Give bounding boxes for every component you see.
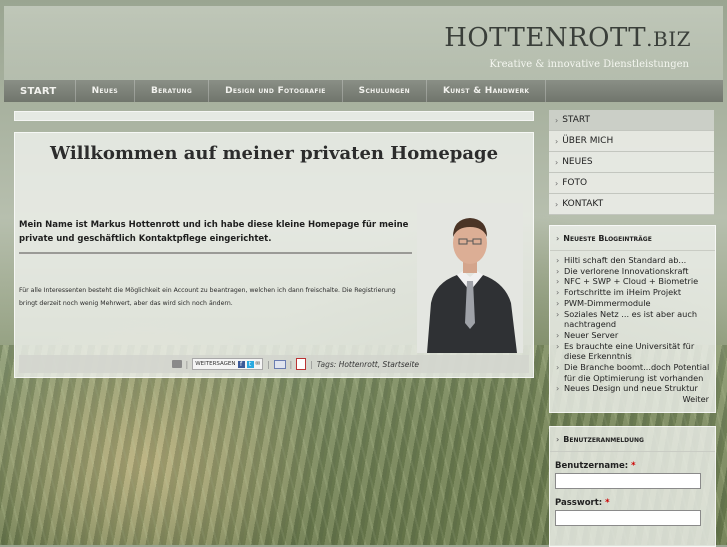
site-header: HOTTENROTT.BIZ Kreative & innovative Die… — [4, 6, 723, 80]
required-mark: * — [631, 461, 636, 471]
blog-entry[interactable]: Hilti schaft den Standard ab... — [556, 255, 711, 266]
blog-entry[interactable]: NFC + SWP + Cloud + Biometrie — [556, 276, 711, 287]
breadcrumb-bar — [14, 111, 534, 121]
tag-link[interactable]: Startseite — [383, 360, 419, 369]
blog-entry[interactable]: Neuer Server — [556, 330, 711, 341]
tags-label: Tags: — [316, 359, 337, 369]
password-field[interactable] — [555, 510, 701, 526]
email-icon[interactable] — [273, 359, 286, 369]
login-box-title-text: Benutzeranmeldung — [563, 435, 644, 444]
sidebar-item-label: KONTAKT — [562, 199, 604, 209]
share-label: WEITERSAGEN — [195, 361, 236, 367]
chevron-right-icon: › — [555, 178, 559, 188]
chevron-right-icon: › — [555, 199, 559, 209]
article-toolbar: | WEITERSAGEN f t ✉ | | | Tags: Hottenro… — [19, 355, 529, 373]
sidebar-item-label: START — [562, 115, 590, 125]
blog-box: ›Neueste Blogeinträge Hilti schaft den S… — [549, 225, 716, 413]
chevron-right-icon: › — [556, 435, 560, 444]
chevron-right-icon: › — [556, 234, 560, 243]
sidebar-item-kontakt[interactable]: › KONTAKT — [549, 194, 714, 215]
sidebar-item-start[interactable]: › START — [549, 110, 714, 131]
print-icon[interactable] — [171, 360, 182, 368]
sidebar-item-foto[interactable]: › FOTO — [549, 173, 714, 194]
site-logo[interactable]: HOTTENROTT.BIZ — [444, 23, 691, 53]
blog-list: Hilti schaft den Standard ab... Die verl… — [550, 255, 715, 394]
separator: | — [310, 359, 313, 369]
sidebar-menu: › START › ÜBER MICH › NEUES › FOTO › KONTAKT — [549, 110, 714, 215]
page-title: Willkommen auf meiner privaten Homepage — [49, 143, 499, 164]
twitter-icon: t — [246, 360, 254, 368]
username-field[interactable] — [555, 473, 701, 489]
required-mark: * — [605, 498, 610, 508]
blog-more-link[interactable]: Weiter — [550, 394, 715, 404]
password-label-text: Passwort: — [555, 498, 603, 508]
nav-item-schulungen[interactable]: Schulungen — [343, 80, 427, 102]
chevron-right-icon: › — [555, 157, 559, 167]
blog-entry[interactable]: Fortschritte im iHeim Projekt — [556, 287, 711, 298]
blog-entry[interactable]: Neues Design und neue Struktur — [556, 383, 711, 394]
blog-entry[interactable]: Soziales Netz ... es ist aber auch nacht… — [556, 309, 711, 330]
tag-link[interactable]: Hottenrott — [339, 360, 378, 369]
nav-item-start[interactable]: START — [4, 80, 76, 102]
main-article: Willkommen auf meiner privaten Homepage … — [14, 132, 534, 378]
logo-ext: .BIZ — [646, 27, 691, 51]
sidebar-item-label: ÜBER MICH — [562, 136, 614, 146]
blog-entry[interactable]: Es brauchte eine Universität für diese E… — [556, 341, 711, 362]
nav-item-beratung[interactable]: Beratung — [135, 80, 210, 102]
divider — [19, 252, 412, 255]
chevron-right-icon: › — [555, 115, 559, 125]
blog-entry[interactable]: Die Branche boomt...doch Potential für d… — [556, 362, 711, 383]
separator: | — [289, 359, 293, 369]
nav-item-neues[interactable]: Neues — [76, 80, 135, 102]
logo-main: HOTTENROTT — [444, 23, 647, 53]
chevron-right-icon: › — [555, 136, 559, 146]
mail-share-icon: ✉ — [255, 361, 261, 367]
password-label: Passwort: * — [555, 498, 715, 508]
blog-entry[interactable]: PWM-Dimmermodule — [556, 298, 711, 309]
sidebar-item-neues[interactable]: › NEUES — [549, 152, 714, 173]
username-label: Benutzername: * — [555, 461, 715, 471]
login-box: › Benutzeranmeldung Benutzername: * Passw… — [549, 426, 716, 547]
tags: Tags: Hottenrott, Startseite — [316, 359, 419, 369]
sidebar-item-ueber-mich[interactable]: › ÜBER MICH — [549, 131, 714, 152]
sidebar-item-label: FOTO — [562, 178, 588, 188]
separator: | — [267, 359, 270, 369]
blog-box-title-text: Neueste Blogeinträge — [563, 234, 652, 243]
facebook-icon: f — [237, 360, 245, 368]
sidebar-item-label: NEUES — [562, 157, 593, 167]
separator: | — [185, 359, 189, 369]
nav-item-kunst[interactable]: Kunst & Handwerk — [427, 80, 547, 102]
site-tagline: Kreative & innovative Dienstleistungen — [489, 59, 689, 70]
body-text: Für alle Interessenten besteht die Mögli… — [19, 287, 396, 307]
pdf-icon[interactable] — [296, 358, 307, 370]
login-box-title: › Benutzeranmeldung — [550, 427, 715, 452]
portrait-photo — [417, 203, 523, 353]
main-nav: START Neues Beratung Design und Fotograf… — [4, 80, 723, 102]
nav-item-design[interactable]: Design und Fotografie — [209, 80, 343, 102]
share-button[interactable]: WEITERSAGEN f t ✉ — [192, 358, 264, 370]
username-label-text: Benutzername: — [555, 461, 629, 471]
blog-entry[interactable]: Die verlorene Innovationskraft — [556, 266, 711, 277]
intro-text: Mein Name ist Markus Hottenrott und ich … — [19, 220, 409, 244]
blog-box-title: › Neueste Blogeinträge — [550, 226, 715, 251]
